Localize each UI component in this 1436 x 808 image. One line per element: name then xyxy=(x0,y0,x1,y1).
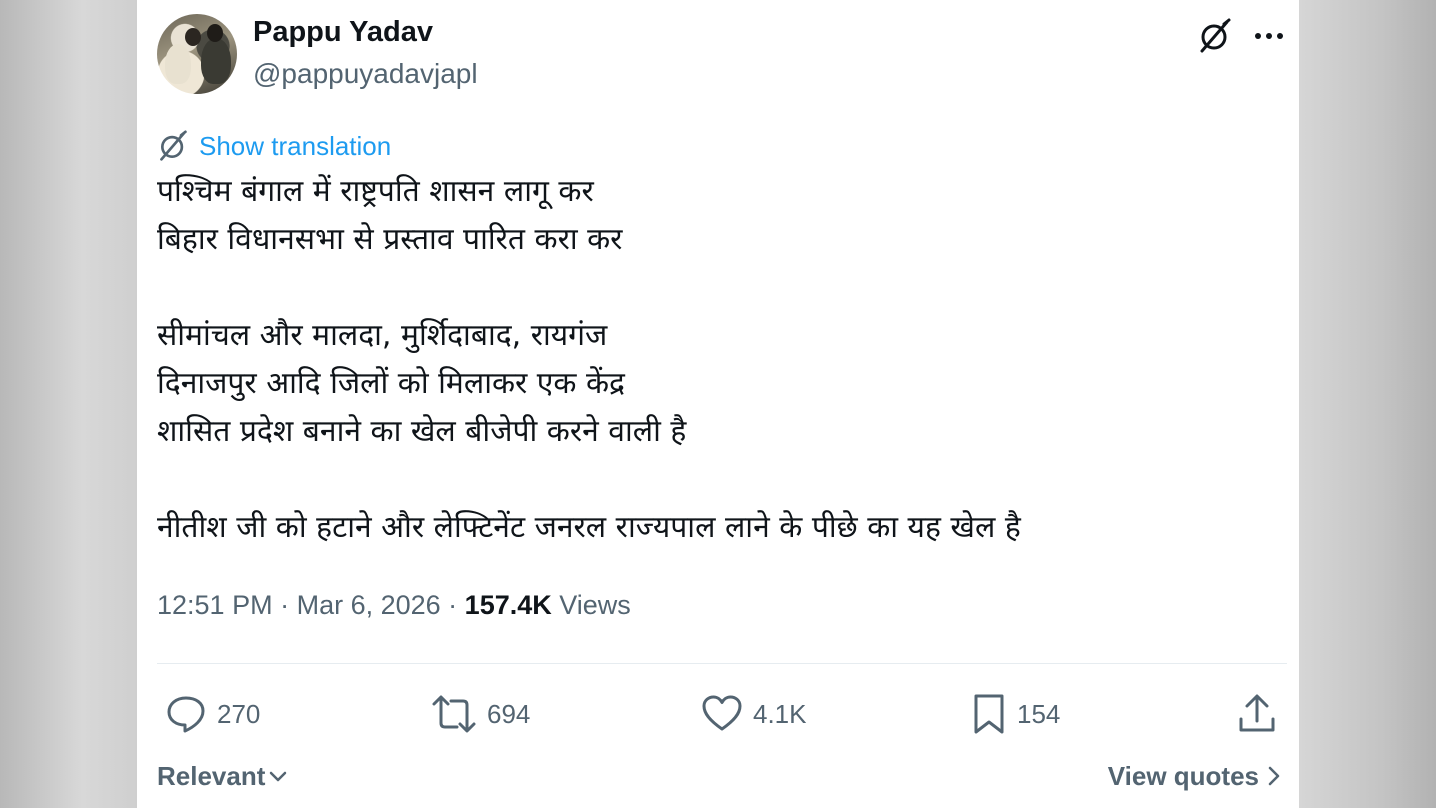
tweet-date[interactable]: Mar 6, 2026 xyxy=(297,590,441,620)
like-count: 4.1K xyxy=(753,698,807,729)
divider xyxy=(157,663,1287,664)
author-handle[interactable]: @pappuyadavjapl xyxy=(253,58,478,90)
tweet-meta: 12:51 PM · Mar 6, 2026 · 157.4K Views xyxy=(157,590,631,621)
tweet-text: पश्चिम बंगाल में राष्ट्रपति शासन लागू कर… xyxy=(157,168,1277,552)
like-icon xyxy=(701,693,743,735)
bookmark-count: 154 xyxy=(1017,698,1061,729)
repost-count: 694 xyxy=(487,698,531,729)
chevron-right-icon xyxy=(1265,764,1283,788)
view-quotes-label: View quotes xyxy=(1107,760,1259,791)
reply-icon xyxy=(165,693,207,735)
more-options-icon[interactable] xyxy=(1249,16,1289,56)
show-translation-button[interactable]: Show translation xyxy=(157,128,391,164)
tweet-line: शासित प्रदेश बनाने का खेल बीजेपी करने वा… xyxy=(157,414,687,449)
tweet-card: Pappu Yadav @pappuyadavjapl Show transla… xyxy=(137,0,1299,808)
share-icon xyxy=(1237,693,1277,735)
meta-separator: · xyxy=(272,590,297,620)
bookmark-button[interactable]: 154 xyxy=(971,690,1060,738)
meta-separator: · xyxy=(440,590,465,620)
repost-icon xyxy=(431,693,477,735)
tweet-line: बिहार विधानसभा से प्रस्ताव पारित करा कर xyxy=(157,222,623,257)
show-translation-label: Show translation xyxy=(199,130,392,161)
sort-label: Relevant xyxy=(157,760,266,791)
tweet-line: सीमांचल और मालदा, मुर्शिदाबाद, रायगंज xyxy=(157,318,608,353)
tweet-line: नीतीश जी को हटाने और लेफ्टिनेंट जनरल राज… xyxy=(157,510,1021,545)
background-left-blur xyxy=(0,0,137,808)
tweet-paragraph: पश्चिम बंगाल में राष्ट्रपति शासन लागू कर… xyxy=(157,168,1277,264)
tweet-paragraph: सीमांचल और मालदा, मुर्शिदाबाद, रायगंज दि… xyxy=(157,312,1277,456)
views-count[interactable]: 157.4K xyxy=(465,590,552,620)
tweet-line: दिनाजपुर आदि जिलों को मिलाकर एक केंद्र xyxy=(157,366,625,401)
author-display-name[interactable]: Pappu Yadav xyxy=(253,16,433,49)
reply-count: 270 xyxy=(217,698,261,729)
translate-icon xyxy=(157,130,189,162)
tweet-line: पश्चिम बंगाल में राष्ट्रपति शासन लागू कर xyxy=(157,174,594,209)
background-right-blur xyxy=(1299,0,1436,808)
grok-icon[interactable] xyxy=(1195,16,1235,56)
reply-button[interactable]: 270 xyxy=(165,690,260,738)
avatar[interactable] xyxy=(157,14,237,94)
share-button[interactable] xyxy=(1237,690,1277,738)
tweet-time[interactable]: 12:51 PM xyxy=(157,590,273,620)
chevron-down-icon xyxy=(267,765,289,787)
view-quotes-link[interactable]: View quotes xyxy=(1108,758,1283,794)
like-button[interactable]: 4.1K xyxy=(701,690,807,738)
bookmark-icon xyxy=(971,693,1007,735)
views-label: Views xyxy=(551,590,631,620)
tweet-paragraph: नीतीश जी को हटाने और लेफ्टिनेंट जनरल राज… xyxy=(157,504,1277,552)
sort-replies-dropdown[interactable]: Relevant xyxy=(157,758,289,794)
repost-button[interactable]: 694 xyxy=(431,690,530,738)
